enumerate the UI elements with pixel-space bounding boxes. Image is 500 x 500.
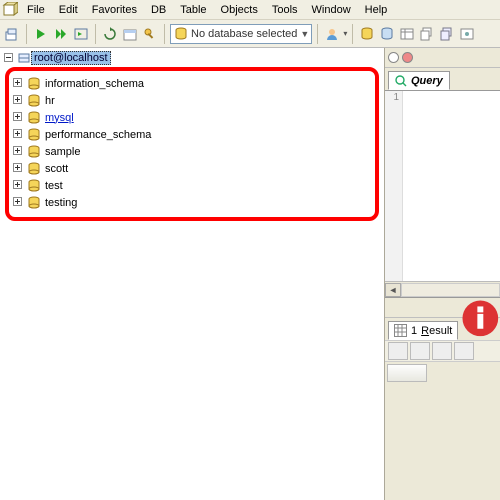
expand-icon[interactable] bbox=[13, 146, 24, 157]
result-tab[interactable]: 1 Result bbox=[388, 321, 458, 340]
menu-edit[interactable]: Edit bbox=[52, 2, 85, 18]
database-name: scott bbox=[45, 163, 68, 175]
connection-root[interactable]: root@localhost bbox=[2, 50, 382, 66]
collapse-icon[interactable] bbox=[4, 53, 15, 64]
expand-icon[interactable] bbox=[13, 112, 24, 123]
database-icon bbox=[27, 77, 41, 91]
execute-format-icon[interactable] bbox=[72, 25, 90, 43]
copy-table-icon[interactable] bbox=[438, 25, 456, 43]
user-icon[interactable] bbox=[323, 25, 341, 43]
database-icon bbox=[174, 27, 188, 41]
db-new-icon[interactable] bbox=[358, 25, 376, 43]
query-tab[interactable]: Query bbox=[388, 71, 450, 90]
menu-table[interactable]: Table bbox=[173, 2, 213, 18]
sched-icon[interactable] bbox=[121, 25, 139, 43]
database-item[interactable]: sample bbox=[11, 143, 373, 160]
database-item[interactable]: mysql bbox=[11, 109, 373, 126]
database-item[interactable]: scott bbox=[11, 160, 373, 177]
database-item[interactable]: performance_schema bbox=[11, 126, 373, 143]
result-panel: 1 Result bbox=[385, 298, 500, 500]
database-icon bbox=[27, 196, 41, 210]
table-icon[interactable] bbox=[398, 25, 416, 43]
menu-db[interactable]: DB bbox=[144, 2, 173, 18]
app-icon bbox=[2, 2, 18, 18]
query-panel: Query 1 ◄ bbox=[385, 48, 500, 298]
database-list-highlight: information_schemahr mysql performance_sch… bbox=[5, 67, 379, 221]
database-name: sample bbox=[45, 146, 80, 158]
result-btn-2[interactable] bbox=[410, 342, 430, 360]
info-icon[interactable] bbox=[461, 299, 500, 338]
database-selector[interactable]: No database selected ▼ bbox=[170, 24, 312, 44]
menu-bar: File Edit Favorites DB Table Objects Too… bbox=[0, 0, 500, 20]
menu-help[interactable]: Help bbox=[358, 2, 395, 18]
database-icon bbox=[27, 179, 41, 193]
new-connection-icon[interactable] bbox=[3, 25, 21, 43]
result-grid[interactable] bbox=[385, 362, 500, 500]
chevron-down-icon: ▼ bbox=[300, 29, 309, 39]
result-toolbar bbox=[385, 340, 500, 362]
database-icon bbox=[27, 111, 41, 125]
database-item[interactable]: information_schema bbox=[11, 75, 373, 92]
expand-icon[interactable] bbox=[13, 95, 24, 106]
database-icon bbox=[27, 128, 41, 142]
main-toolbar: No database selected ▼ ▾ bbox=[0, 20, 500, 48]
database-name: information_schema bbox=[45, 78, 144, 90]
result-btn-3[interactable] bbox=[432, 342, 452, 360]
database-item[interactable]: hr bbox=[11, 92, 373, 109]
menu-objects[interactable]: Objects bbox=[214, 2, 265, 18]
refresh-icon[interactable] bbox=[101, 25, 119, 43]
database-name: testing bbox=[45, 197, 77, 209]
expand-icon[interactable] bbox=[13, 129, 24, 140]
database-item[interactable]: test bbox=[11, 177, 373, 194]
database-name: mysql bbox=[45, 112, 74, 124]
menu-tools[interactable]: Tools bbox=[265, 2, 305, 18]
result-btn-4[interactable] bbox=[454, 342, 474, 360]
scroll-left-icon[interactable]: ◄ bbox=[385, 283, 401, 297]
result-tab-label: Result bbox=[421, 325, 452, 337]
server-icon bbox=[17, 51, 31, 65]
database-icon bbox=[27, 94, 41, 108]
db-sync-icon[interactable] bbox=[378, 25, 396, 43]
object-browser: root@localhost information_schemahr mysql… bbox=[0, 48, 385, 500]
query-mini-toolbar bbox=[385, 48, 500, 68]
database-item[interactable]: testing bbox=[11, 194, 373, 211]
database-name: test bbox=[45, 180, 63, 192]
query-tab-label: Query bbox=[411, 75, 443, 87]
copy-db-icon[interactable] bbox=[418, 25, 436, 43]
editor-hscrollbar[interactable]: ◄ bbox=[385, 281, 500, 297]
result-tab-num: 1 bbox=[411, 325, 417, 337]
connection-label: root@localhost bbox=[31, 51, 111, 65]
menu-file[interactable]: File bbox=[20, 2, 52, 18]
tools-icon[interactable] bbox=[141, 25, 159, 43]
expand-icon[interactable] bbox=[13, 197, 24, 208]
database-selector-label: No database selected bbox=[191, 28, 297, 40]
database-icon bbox=[27, 145, 41, 159]
menu-favorites[interactable]: Favorites bbox=[85, 2, 144, 18]
lens-icon bbox=[395, 75, 407, 87]
dot-icon[interactable] bbox=[388, 52, 399, 63]
query-editor[interactable]: 1 bbox=[385, 90, 500, 281]
database-icon bbox=[27, 162, 41, 176]
execute-all-icon[interactable] bbox=[52, 25, 70, 43]
expand-icon[interactable] bbox=[13, 78, 24, 89]
grid-corner-header bbox=[387, 364, 427, 382]
dot-icon[interactable] bbox=[402, 52, 413, 63]
result-btn-1[interactable] bbox=[388, 342, 408, 360]
scroll-track[interactable] bbox=[401, 283, 500, 297]
database-name: performance_schema bbox=[45, 129, 151, 141]
editor-gutter: 1 bbox=[385, 91, 403, 281]
expand-icon[interactable] bbox=[13, 180, 24, 191]
options-icon[interactable] bbox=[458, 25, 476, 43]
expand-icon[interactable] bbox=[13, 163, 24, 174]
grid-icon bbox=[394, 324, 407, 337]
execute-icon[interactable] bbox=[32, 25, 50, 43]
menu-window[interactable]: Window bbox=[305, 2, 358, 18]
database-name: hr bbox=[45, 95, 55, 107]
